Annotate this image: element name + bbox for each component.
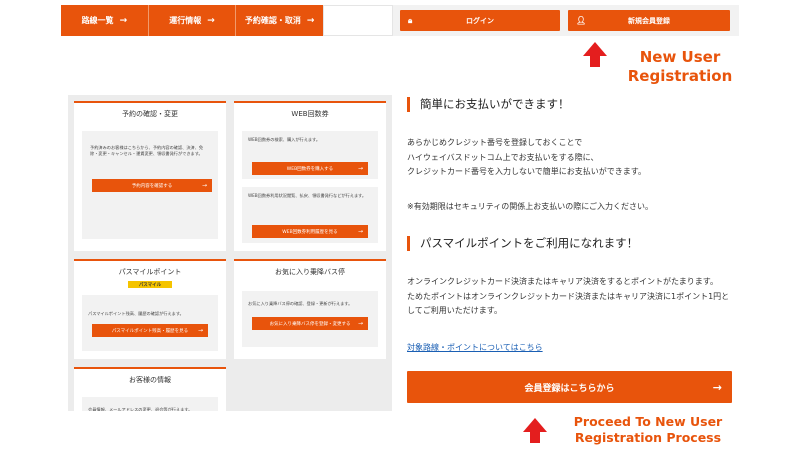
check-reservation-label: 予約内容を確認する [131,183,173,189]
card-pass-mile-text: パスマイルポイント残高、履歴の確認が行えます。 [88,311,184,316]
login-label: ログイン [466,16,494,25]
card-reservation: 予約の確認・変更 予約済みのお客様はこちらから、予約内容の確認、決済、免除・変更… [74,101,226,251]
nav-service-info[interactable]: 運行情報 → [149,5,237,36]
card-pass-mile: パスマイルポイント パスマイル パスマイルポイント残高、履歴の確認が行えます。 … [74,259,226,359]
card-web-ticket-text2: WEB回数券利用状況閲覧、払戻、領収書発行などが行えます。 [248,193,367,198]
annotation-proceed: Proceed To New User Registration Process [573,414,723,445]
card-favorite-stop-text: お気に入り乗降バス停の確認、登録・更新が行えます。 [248,301,353,306]
card-customer-info: お客様の情報 会員情報、メールアドレスの変更、退会等が行えます。 [74,367,226,411]
annotation-arrow-up-icon [583,42,607,67]
nav-spacer [323,5,393,36]
card-reservation-text: 予約済みのお客様はこちらから、予約内容の確認、決済、免除・変更・キャンセル・運賃… [90,145,204,157]
member-menu-panel: 予約の確認・変更 予約済みのお客様はこちらから、予約内容の確認、決済、免除・変更… [68,95,392,411]
heading-pass-mile: パスマイルポイントをご利用になれます！ [407,236,638,251]
nav-reservation-check-label: 予約確認・取消 [244,16,301,25]
arrow-right-icon: → [357,320,363,327]
heading-easy-payment: 簡単にお支払いができます！ [407,97,570,112]
web-ticket-history-label: WEB回数券利用履歴を見る [282,229,338,235]
check-reservation-button[interactable]: 予約内容を確認する → [92,179,212,192]
user-icon: 👤︎ [576,16,587,25]
favorite-stop-label: お気に入り乗降バス停を登録・変更する [269,321,351,327]
annotation-new-user: New User Registration [627,48,733,85]
arrow-right-icon: → [197,327,203,334]
buy-web-ticket-button[interactable]: WEB回数券を購入する → [252,162,368,175]
favorite-stop-button[interactable]: お気に入り乗降バス停を登録・変更する → [252,317,368,330]
nav-route-list-label: 路線一覧 [81,16,114,25]
lock-icon: 🔒︎ [408,15,413,25]
card-customer-info-title: お客様の情報 [129,376,171,384]
pass-mile-history-button[interactable]: パスマイルポイント残高・履歴を見る → [92,324,208,337]
card-favorite-stop-title: お気に入り乗降バス停 [275,268,345,276]
card-pass-mile-body: パスマイルポイント残高、履歴の確認が行えます。 [82,295,218,351]
easy-payment-text: あらかじめクレジット番号を登録しておくことで ハイウェイバスドットコム上でお支払… [407,138,646,176]
register-label: 新規会員登録 [628,16,670,25]
nav-route-list[interactable]: 路線一覧 → [61,5,149,36]
member-registration-label: 会員登録はこちらから [524,383,615,394]
annotation-arrow-up-icon [523,418,547,443]
buy-web-ticket-label: WEB回数券を購入する [286,166,334,172]
web-ticket-history-button[interactable]: WEB回数券利用履歴を見る → [252,225,368,238]
arrow-right-icon: → [306,15,315,26]
card-pass-mile-title: パスマイルポイント [118,268,182,276]
arrow-right-icon: → [357,228,363,235]
card-reservation-title: 予約の確認・変更 [122,110,178,118]
nav-service-info-label: 運行情報 [169,16,202,25]
pass-mile-history-label: パスマイルポイント残高・履歴を見る [111,328,189,334]
expiry-note: ※有効期限はセキュリティの関係上お支払いの際にご入力ください。 [407,202,654,211]
pass-mile-logo: パスマイル [128,281,172,288]
login-button[interactable]: 🔒︎ ログイン [400,10,560,31]
target-routes-link[interactable]: 対象路線・ポイントについてはこちら [407,342,543,353]
arrow-right-icon: → [201,182,207,189]
top-navigation: 路線一覧 → 運行情報 → 予約確認・取消 → [61,5,323,36]
member-registration-button[interactable]: 会員登録はこちらから → [407,371,732,403]
card-customer-info-text: 会員情報、メールアドレスの変更、退会等が行えます。 [88,407,193,411]
arrow-right-icon: → [119,15,128,26]
nav-reservation-check[interactable]: 予約確認・取消 → [236,5,323,36]
register-button[interactable]: 👤︎ 新規会員登録 [568,10,730,31]
pass-mile-text: オンラインクレジットカード決済またはキャリア決済をするとポイントがたまります。 … [407,277,730,315]
card-web-ticket-title: WEB回数券 [291,110,329,118]
card-customer-info-body: 会員情報、メールアドレスの変更、退会等が行えます。 [82,397,218,411]
arrow-right-icon: → [357,165,363,172]
card-web-ticket-text1: WEB回数券の検索、購入が行えます。 [248,137,321,142]
arrow-right-icon: → [207,15,215,26]
card-favorite-stop: お気に入り乗降バス停 お気に入り乗降バス停の確認、登録・更新が行えます。 お気に… [234,259,386,359]
arrow-right-icon: → [712,380,722,394]
card-web-ticket: WEB回数券 WEB回数券の検索、購入が行えます。 WEB回数券を購入する → … [234,101,386,251]
